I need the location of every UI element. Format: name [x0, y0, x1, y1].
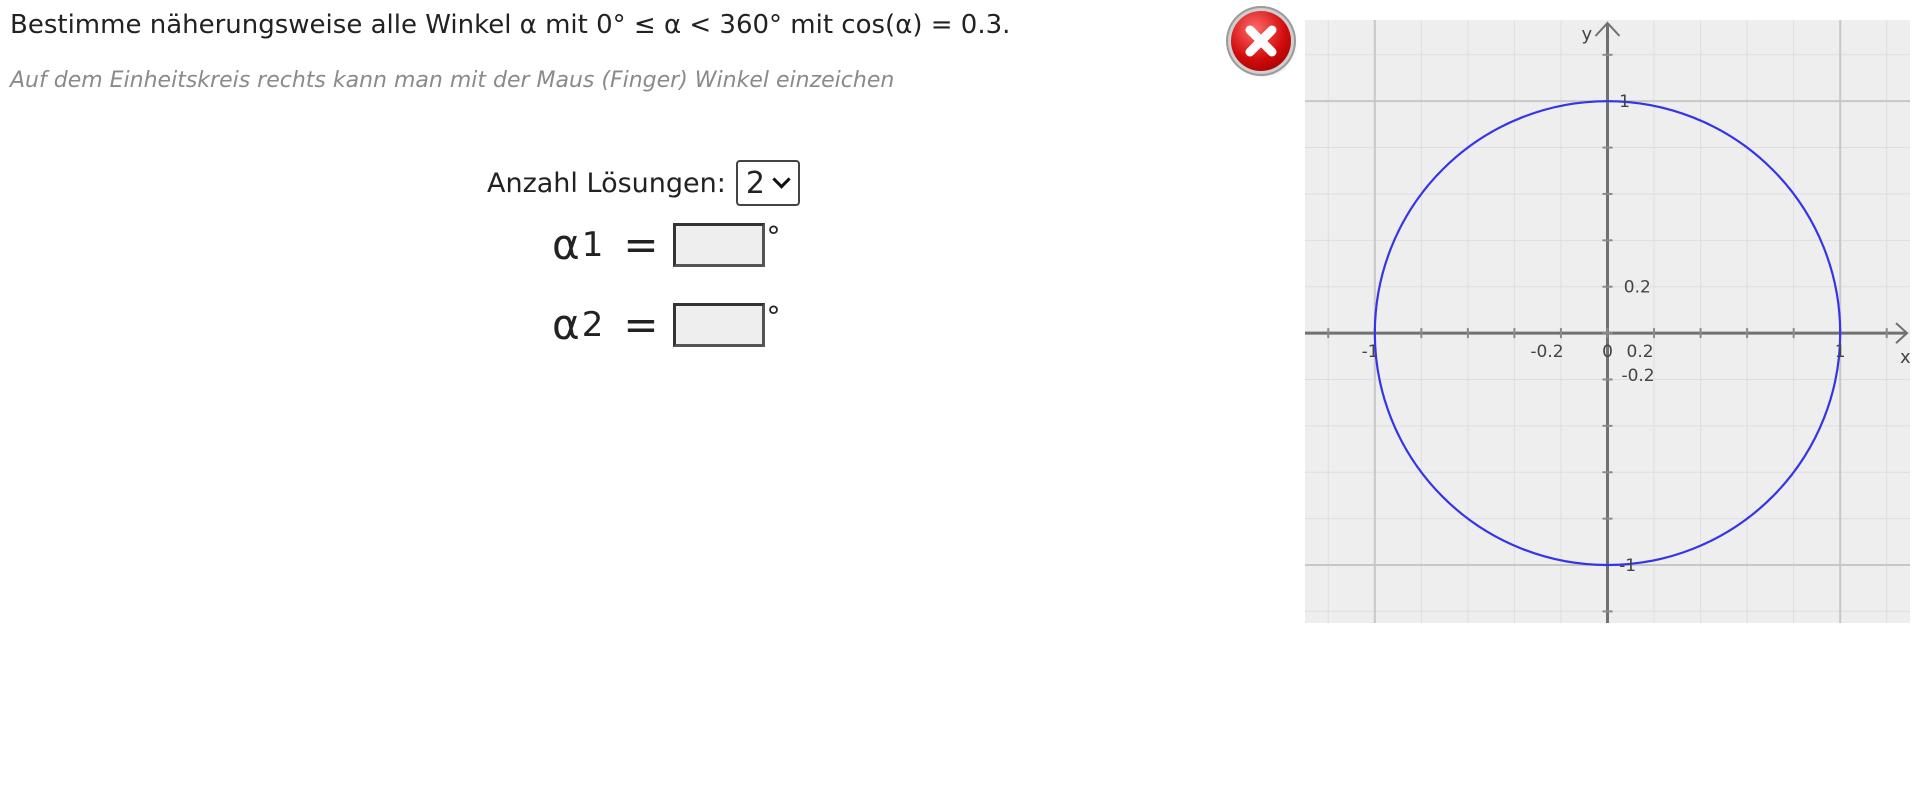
y-tick-label: 0.2 — [1624, 278, 1651, 298]
x-tick-label: -1 — [1362, 342, 1379, 362]
y-tick-label: 1 — [1619, 92, 1630, 112]
answer-symbol: α — [552, 300, 580, 349]
degree-unit: ° — [766, 220, 781, 253]
unit-circle-graph[interactable]: -1 -0.2 0 0.2 1 1 0.2 -0.2 -1 x y — [1305, 20, 1910, 623]
answer-index: 2 — [581, 304, 604, 345]
solution-count-label: Anzahl Lösungen: — [487, 167, 726, 199]
x-tick-label: 0.2 — [1627, 342, 1654, 362]
x-tick-label: 1 — [1835, 342, 1846, 362]
solution-count-value: 2 — [745, 165, 765, 201]
angle-input-1[interactable] — [672, 222, 765, 267]
y-axis-label: y — [1582, 24, 1593, 45]
equals-sign: = — [623, 220, 659, 269]
answer-row-2: α2 = ° — [552, 300, 781, 349]
task-hint: Auf dem Einheitskreis rechts kann man mi… — [10, 68, 895, 93]
close-button[interactable] — [1231, 11, 1291, 71]
answer-index: 1 — [581, 224, 604, 265]
equals-sign: = — [623, 300, 659, 349]
close-x-icon — [1245, 25, 1277, 57]
answer-row-1: α1 = ° — [552, 220, 781, 269]
x-axis-label: x — [1900, 347, 1910, 368]
y-tick-label: -1 — [1619, 556, 1636, 576]
answer-symbol: α — [552, 220, 580, 269]
solution-count-select[interactable]: 2 — [735, 160, 800, 206]
chevron-down-icon — [772, 169, 791, 189]
x-tick-label: -0.2 — [1530, 342, 1563, 362]
x-tick-label: 0 — [1602, 342, 1613, 362]
degree-unit: ° — [766, 300, 781, 333]
solution-count-row: Anzahl Lösungen: 2 — [487, 160, 800, 206]
task-text: Bestimme näherungsweise alle Winkel α mi… — [10, 10, 1011, 40]
y-tick-label: -0.2 — [1621, 366, 1654, 386]
angle-input-2[interactable] — [672, 302, 765, 347]
